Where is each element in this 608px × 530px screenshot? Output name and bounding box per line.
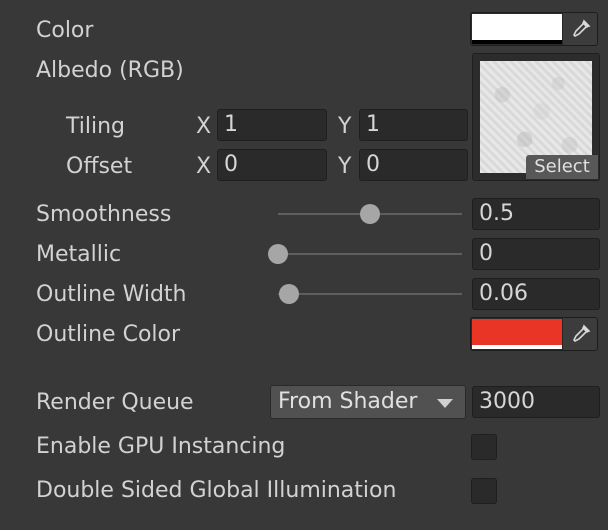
render-queue-dropdown[interactable]: From Shader [270, 385, 466, 419]
outline-width-input[interactable]: 0.06 [472, 278, 600, 310]
texture-select-button[interactable]: Select [526, 155, 598, 179]
eyedropper-icon [573, 324, 591, 342]
offset-label: Offset [66, 154, 133, 179]
outline-width-label: Outline Width [36, 282, 187, 307]
offset-y-input[interactable]: 0 [359, 149, 468, 181]
gpu-instancing-checkbox[interactable] [471, 434, 497, 460]
double-sided-gi-checkbox[interactable] [471, 478, 497, 504]
smoothness-input[interactable]: 0.5 [472, 198, 600, 230]
tiling-y-input[interactable]: 1 [359, 109, 468, 141]
metallic-label: Metallic [36, 242, 122, 267]
offset-y-label: Y [338, 154, 352, 179]
render-queue-input[interactable]: 3000 [472, 386, 600, 418]
outline-width-slider-handle[interactable] [279, 284, 300, 304]
albedo-label: Albedo (RGB) [36, 58, 184, 83]
gpu-instancing-label: Enable GPU Instancing [36, 434, 286, 459]
metallic-slider-handle[interactable] [268, 244, 288, 264]
color-swatch[interactable] [472, 14, 562, 40]
albedo-texture-slot[interactable]: Select [472, 53, 600, 181]
outline-width-slider-track[interactable] [278, 293, 462, 295]
metallic-input[interactable]: 0 [472, 238, 600, 270]
offset-x-input[interactable]: 0 [217, 149, 327, 181]
color-alpha-strip [472, 40, 562, 44]
metallic-slider-track[interactable] [278, 253, 462, 255]
color-field[interactable] [470, 12, 598, 46]
outline-color-label: Outline Color [36, 322, 181, 347]
tiling-x-label: X [196, 114, 212, 139]
outline-color-eyedropper-button[interactable] [562, 318, 597, 350]
render-queue-mode: From Shader [278, 389, 418, 414]
tiling-y-label: Y [338, 114, 352, 139]
double-sided-gi-label: Double Sided Global Illumination [36, 478, 397, 503]
smoothness-label: Smoothness [36, 202, 172, 227]
tiling-x-input[interactable]: 1 [217, 109, 327, 141]
eyedropper-icon [573, 19, 591, 37]
outline-color-alpha-strip [472, 345, 562, 349]
color-eyedropper-button[interactable] [562, 13, 597, 45]
chevron-down-icon [437, 399, 453, 408]
offset-x-label: X [196, 154, 212, 179]
render-queue-label: Render Queue [36, 390, 194, 415]
smoothness-slider-handle[interactable] [360, 204, 380, 224]
outline-color-swatch[interactable] [472, 319, 562, 345]
outline-color-field[interactable] [470, 317, 598, 351]
tiling-label: Tiling [66, 114, 126, 139]
color-label: Color [36, 18, 94, 43]
